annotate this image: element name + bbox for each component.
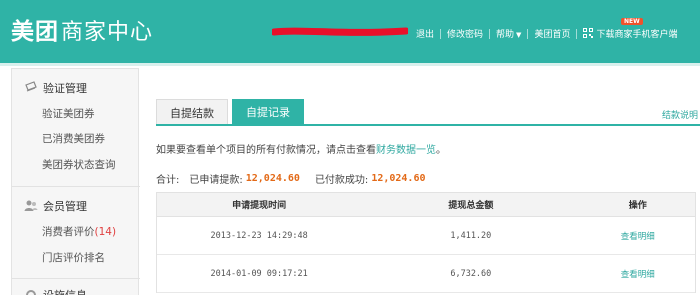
download-app-link[interactable]: 下载商家手机客户端 xyxy=(577,27,683,40)
header-underline xyxy=(0,63,700,66)
top-nav: 退出 修改密码 帮助 ▼ 美团首页 下载商家手机客户端 xyxy=(410,27,683,40)
tab-withdraw[interactable]: 自提结款 xyxy=(156,99,228,125)
help-menu-label: 帮助 xyxy=(496,30,515,40)
sidebar-group-members[interactable]: 会员管理 xyxy=(24,198,87,214)
applied-amount: 12,024.60 xyxy=(245,173,300,184)
withdraw-records-table: 申请提现时间 提现总金额 操作 2013-12-23 14:29:48 1,41… xyxy=(156,192,696,293)
meituan-home-link[interactable]: 美团首页 xyxy=(528,27,576,40)
sidebar-item-label: 消费者评价 xyxy=(42,226,95,238)
help-menu[interactable]: 帮助 ▼ xyxy=(490,27,527,40)
table-header: 申请提现时间 提现总金额 操作 xyxy=(157,193,695,217)
sidebar: 验证管理 验证美团券 已消费美团券 美团券状态查询 会员管理 消费者评价(14)… xyxy=(11,68,140,295)
sidebar-item-verify-coupon[interactable]: 验证美团券 xyxy=(42,106,95,121)
new-badge: NEW xyxy=(621,18,643,25)
redacted-username xyxy=(272,27,408,36)
withdraw-amount: 1,411.20 xyxy=(450,230,492,241)
view-details-link[interactable]: 查看明细 xyxy=(580,268,695,280)
totals-label: 合计: xyxy=(156,175,180,186)
logout-link[interactable]: 退出 xyxy=(410,27,440,40)
totals-summary: 合计: 已申请提款: 12,024.60 已付款成功: 12,024.60 xyxy=(156,171,426,186)
withdraw-amount: 6,732.60 xyxy=(450,268,492,279)
settlement-help-link[interactable]: 结款说明 xyxy=(662,108,698,121)
sidebar-divider xyxy=(12,278,140,279)
qr-code-icon xyxy=(583,28,594,38)
paid-amount: 12,024.60 xyxy=(371,173,426,184)
settings-icon xyxy=(26,290,36,295)
info-text: 如果要查看单个项目的所有付款情况，请点击查看财务数据一览。 xyxy=(156,141,446,156)
applied-label: 已申请提款: xyxy=(189,175,243,186)
sidebar-group-verification[interactable]: 验证管理 xyxy=(24,80,87,96)
sidebar-item-reviews[interactable]: 消费者评价(14) xyxy=(42,224,116,239)
sidebar-group-label: 会员管理 xyxy=(43,200,87,213)
change-password-link[interactable]: 修改密码 xyxy=(441,27,489,40)
sidebar-item-consumed-coupons[interactable]: 已消费美团券 xyxy=(42,131,105,146)
table-row: 2014-01-09 09:17:21 6,732.60 查看明细 xyxy=(157,255,695,293)
members-icon xyxy=(24,200,38,211)
sidebar-group-label: 设施信息 xyxy=(43,287,87,295)
logo[interactable]: 美团 商家中心 xyxy=(11,12,153,48)
column-header-time: 申请提现时间 xyxy=(232,201,287,211)
logo-brand: 美团 xyxy=(11,19,59,45)
table-row: 2013-12-23 14:29:48 1,411.20 查看明细 xyxy=(157,217,695,255)
paid-label: 已付款成功: xyxy=(314,175,369,186)
tab-withdraw-records[interactable]: 自提记录 xyxy=(232,99,304,125)
tabs-underline xyxy=(156,124,700,126)
sidebar-group-label: 验证管理 xyxy=(43,82,87,95)
withdraw-time: 2013-12-23 14:29:48 xyxy=(210,230,308,241)
sidebar-item-store-ranking[interactable]: 门店评价排名 xyxy=(42,250,105,265)
sidebar-item-coupon-status[interactable]: 美团券状态查询 xyxy=(42,157,116,172)
sidebar-divider xyxy=(12,186,140,187)
view-details-link[interactable]: 查看明细 xyxy=(580,230,695,242)
info-suffix: 。 xyxy=(436,145,446,156)
review-count-badge: (14) xyxy=(94,226,117,238)
column-header-amount: 提现总金额 xyxy=(448,201,494,211)
top-header: 美团 商家中心 NEW 退出 修改密码 帮助 ▼ 美团首页 下载商家手机客户端 xyxy=(0,0,700,63)
sidebar-group-settings[interactable]: 设施信息 xyxy=(24,287,87,295)
ticket-icon xyxy=(25,81,37,92)
download-app-label: 下载商家手机客户端 xyxy=(596,30,678,40)
info-prefix: 如果要查看单个项目的所有付款情况，请点击查看 xyxy=(156,145,376,156)
logo-subtitle: 商家中心 xyxy=(61,20,154,45)
chevron-down-icon: ▼ xyxy=(516,31,522,39)
column-header-action: 操作 xyxy=(628,201,647,211)
main-content: 自提结款 自提记录 结款说明 如果要查看单个项目的所有付款情况，请点击查看财务数… xyxy=(140,68,700,295)
finance-overview-link[interactable]: 财务数据一览 xyxy=(376,145,436,156)
withdraw-time: 2014-01-09 09:17:21 xyxy=(210,268,308,279)
